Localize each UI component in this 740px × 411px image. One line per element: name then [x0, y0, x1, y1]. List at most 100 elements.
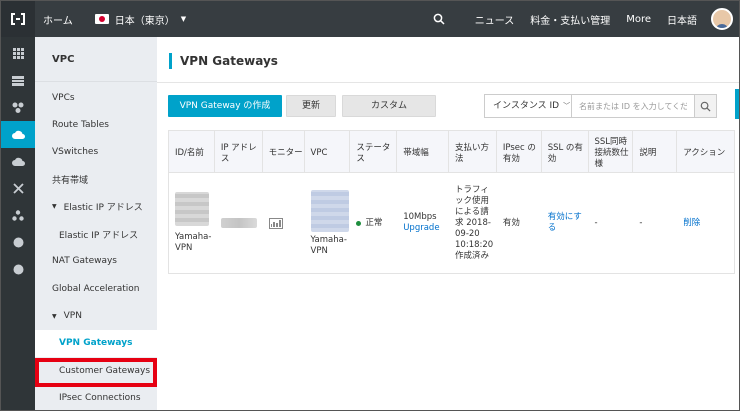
cell-vpc: Yamaha-VPN	[305, 173, 351, 273]
cell-monitor	[263, 173, 305, 273]
column-header[interactable]: SSL同時接続数仕様	[589, 131, 634, 172]
search-group: インスタンス ID ﹀	[484, 94, 717, 118]
bandwidth-value: 10Mbps	[403, 212, 437, 222]
ipsec-status: 有効	[502, 217, 520, 228]
more-menu[interactable]: More	[626, 14, 651, 25]
shuffle-icon[interactable]	[1, 175, 35, 202]
sidebar-item-label: VPCs	[52, 92, 75, 103]
sidebar-item-route-tables[interactable]: Route Tables	[35, 111, 157, 138]
sidebar-group-elastic-ip[interactable]: ▼ Elastic IP アドレス	[35, 193, 157, 220]
sidebar-item-label: VSwitches	[52, 147, 99, 158]
column-header[interactable]: ステータス	[350, 131, 398, 172]
ssl-connections-value: -	[594, 217, 598, 228]
home-link[interactable]: ホーム	[43, 12, 73, 27]
caret-down-icon: ▼	[180, 15, 187, 23]
customize-button[interactable]: カスタム	[342, 95, 436, 117]
highlight-annotation	[35, 358, 157, 387]
region-label: 日本（東京）	[114, 15, 175, 27]
column-header[interactable]: VPC	[305, 131, 351, 172]
column-header[interactable]: 帯域幅	[397, 131, 450, 172]
region-selector[interactable]: 日本（東京） ▼	[94, 12, 187, 27]
delete-link[interactable]: 削除	[683, 218, 700, 229]
user-avatar[interactable]	[711, 8, 733, 30]
sidebar-item-label: VPN	[63, 311, 82, 322]
cell-ssl-connections: -	[589, 173, 634, 273]
page-title: VPN Gateways	[169, 53, 278, 69]
sidebar-item-label: Elastic IP アドレス	[63, 203, 143, 214]
side-panel-toggle[interactable]	[735, 89, 739, 119]
vpn-gateway-table: ID/名前 IP アドレス モニター VPC ステータス 帯域幅 支払い方法 I…	[168, 130, 735, 274]
cloud-icon[interactable]	[1, 121, 35, 148]
search-icon	[700, 101, 711, 112]
sidebar-group-vpn[interactable]: ▼ VPN	[35, 302, 157, 329]
payment-text: トラフィック使用による請求 2018-09-20 10:18:20 作成済み	[455, 184, 494, 261]
cell-ssl: 有効にする	[542, 173, 589, 273]
cell-description: -	[633, 173, 677, 273]
redacted-vpc	[311, 189, 350, 232]
sidebar-title: VPC	[35, 37, 157, 82]
sidebar-item-label: NAT Gateways	[52, 256, 117, 267]
cell-ip	[215, 173, 263, 273]
monitor-chart-icon[interactable]	[268, 217, 283, 229]
sidebar-item-label: Elastic IP アドレス	[59, 230, 139, 241]
sidebar-item-label: VPN Gateways	[59, 338, 133, 349]
cluster-icon[interactable]	[1, 202, 35, 229]
search-field-label: インスタンス ID	[493, 101, 560, 111]
column-header[interactable]: 支払い方法	[449, 131, 497, 172]
cell-bandwidth: 10Mbps Upgrade	[397, 173, 449, 273]
status-text: 正常	[365, 217, 383, 228]
column-header[interactable]: 説明	[633, 131, 678, 172]
cell-id-name: Yamaha-VPN	[169, 173, 215, 273]
search-input[interactable]	[572, 95, 694, 117]
main-content: VPN Gateways VPN Gateway の作成 更新 カスタム インス…	[157, 37, 739, 410]
vpc-name: Yamaha-VPN	[310, 234, 347, 256]
caret-down-icon: ▼	[52, 312, 57, 320]
search-icon[interactable]	[419, 13, 459, 25]
cloud-upload-icon[interactable]	[1, 148, 35, 175]
sidebar-item-label: IPsec Connections	[59, 392, 141, 403]
vpc-sidebar: VPC VPCs Route Tables VSwitches 共有帯域 ▼ El…	[35, 37, 157, 410]
billing-link[interactable]: 料金・支払い管理	[530, 12, 610, 27]
enable-ssl-link[interactable]: 有効にする	[548, 212, 589, 234]
server-icon[interactable]	[1, 67, 35, 94]
circle-icon-2[interactable]	[1, 256, 35, 283]
sidebar-item-shared-bandwidth[interactable]: 共有帯域	[35, 166, 157, 193]
sidebar-item-ipsec-connections[interactable]: IPsec Connections	[35, 384, 157, 410]
console-window: ホーム 日本（東京） ▼ ニュース 料金・支払い管理 More 日本語 VPC …	[0, 0, 740, 411]
sidebar-item-elastic-ip[interactable]: Elastic IP アドレス	[35, 220, 157, 247]
description-value: -	[639, 217, 643, 228]
table-header: ID/名前 IP アドレス モニター VPC ステータス 帯域幅 支払い方法 I…	[169, 131, 734, 173]
sidebar-item-nat-gateways[interactable]: NAT Gateways	[35, 248, 157, 275]
column-header[interactable]: ID/名前	[169, 131, 215, 172]
news-link[interactable]: ニュース	[475, 12, 515, 27]
column-header[interactable]: SSL の有効	[542, 131, 589, 172]
title-divider	[157, 82, 739, 83]
console-logo-icon[interactable]	[1, 1, 35, 37]
cell-payment: トラフィック使用による請求 2018-09-20 10:18:20 作成済み	[449, 173, 497, 273]
sidebar-item-label: Global Acceleration	[52, 283, 140, 294]
network-icon[interactable]	[1, 94, 35, 121]
chevron-down-icon: ﹀	[563, 102, 571, 110]
refresh-button[interactable]: 更新	[286, 95, 336, 117]
sidebar-item-vpcs[interactable]: VPCs	[35, 84, 157, 111]
column-header[interactable]: IP アドレス	[215, 131, 263, 172]
product-rail	[1, 37, 35, 410]
language-selector[interactable]: 日本語	[667, 12, 697, 27]
redacted-ip	[220, 218, 257, 228]
upgrade-link[interactable]: Upgrade	[403, 223, 439, 234]
search-field-select[interactable]: インスタンス ID ﹀	[485, 95, 572, 117]
table-row: Yamaha-VPN Yamaha-VPN 正常 10Mbps Upgrade …	[169, 173, 734, 273]
create-vpn-gateway-button[interactable]: VPN Gateway の作成	[168, 95, 282, 117]
column-header[interactable]: モニター	[263, 131, 305, 172]
column-header[interactable]: アクション	[677, 131, 734, 172]
cell-ipsec: 有効	[497, 173, 542, 273]
grid-icon[interactable]	[1, 40, 35, 67]
sidebar-item-vpn-gateways[interactable]: VPN Gateways	[35, 329, 157, 357]
column-header[interactable]: IPsec の有効	[497, 131, 542, 172]
circle-icon-1[interactable]	[1, 229, 35, 256]
sidebar-item-vswitches[interactable]: VSwitches	[35, 139, 157, 166]
redacted-id	[175, 192, 209, 226]
search-button[interactable]	[694, 95, 716, 117]
status-ok-icon	[356, 220, 362, 226]
sidebar-item-global-acceleration[interactable]: Global Acceleration	[35, 275, 157, 302]
